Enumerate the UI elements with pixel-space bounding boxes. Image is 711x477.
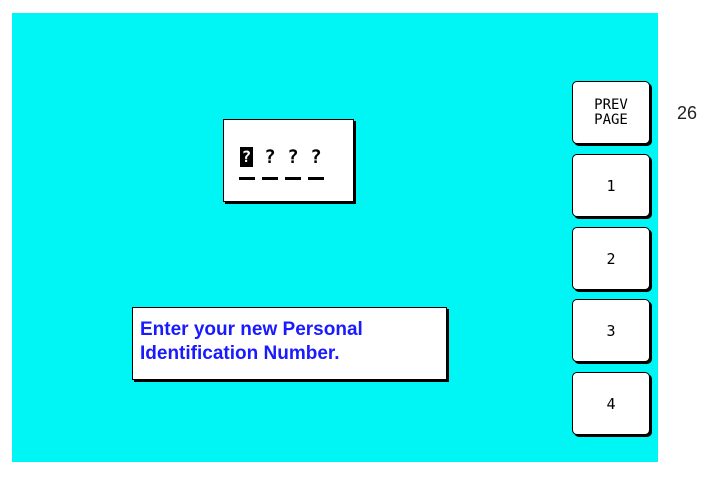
pin-cursor-char: ? — [240, 147, 253, 167]
option-1-label: 1 — [606, 176, 616, 195]
pin-char: ? — [264, 146, 276, 168]
prev-page-button[interactable]: PREV PAGE — [572, 81, 650, 144]
pin-digit-1: ? — [239, 147, 255, 181]
pin-underline — [262, 177, 278, 180]
instruction-line-2: Identification Number. — [140, 343, 340, 364]
pin-digit-3: ? — [285, 147, 301, 181]
pin-digit-4: ? — [308, 147, 324, 181]
pin-display: ? ? ? ? — [223, 119, 354, 202]
pin-digit-2: ? — [262, 147, 278, 181]
page-number: 26 — [677, 103, 698, 123]
option-4-label: 4 — [606, 394, 616, 413]
pin-digits: ? ? ? ? — [239, 147, 324, 181]
option-3-label: 3 — [606, 321, 616, 340]
pin-underline — [239, 177, 255, 180]
option-3-button[interactable]: 3 — [572, 299, 650, 362]
option-2-button[interactable]: 2 — [572, 227, 650, 290]
pin-char: ? — [310, 146, 322, 168]
instruction-line-1: Enter your new Personal — [140, 319, 363, 340]
option-1-button[interactable]: 1 — [572, 154, 650, 217]
prev-page-label: PREV PAGE — [594, 96, 628, 128]
pin-char: ? — [287, 146, 299, 168]
pin-underline — [285, 177, 301, 180]
option-2-label: 2 — [606, 249, 616, 268]
atm-screen: ? ? ? ? Enter your new Personal Identifi… — [12, 13, 658, 462]
instruction-message: Enter your new Personal Identification N… — [132, 307, 447, 380]
option-4-button[interactable]: 4 — [572, 372, 650, 435]
pin-underline — [308, 177, 324, 180]
